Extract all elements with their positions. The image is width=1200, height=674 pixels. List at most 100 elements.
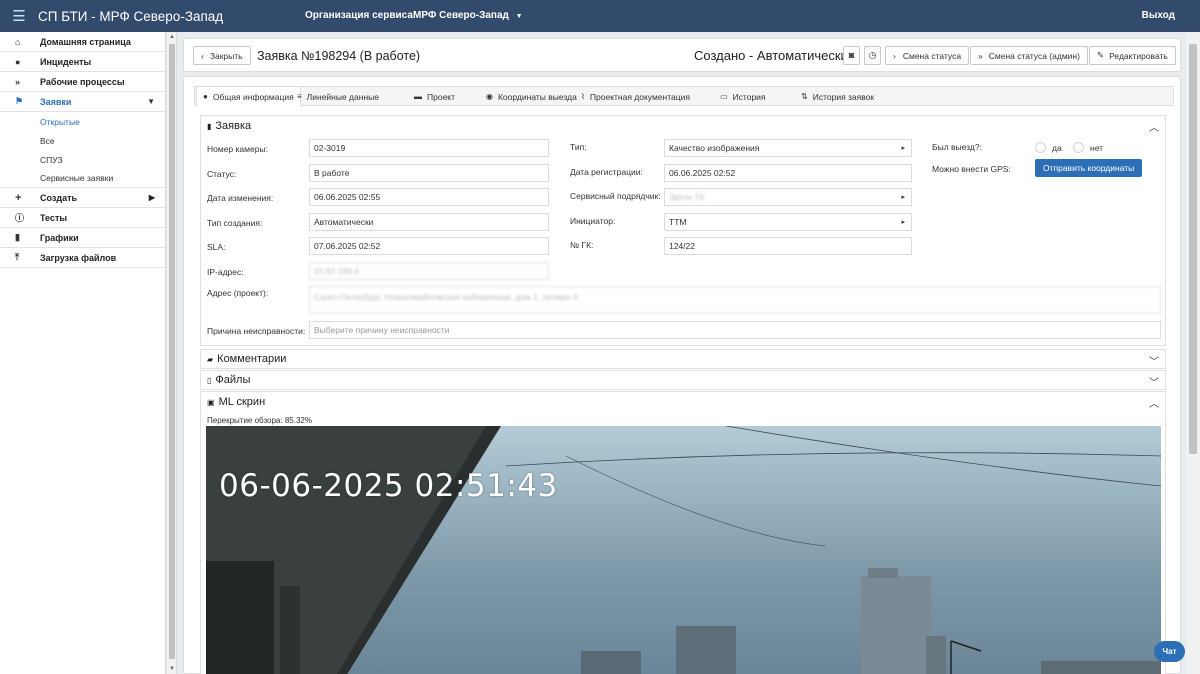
visit-yes-label: да [1052, 143, 1062, 153]
changed-label: Дата изменения: [207, 193, 274, 203]
close-button[interactable]: ‹ Закрыть [193, 46, 251, 65]
camera-field[interactable]: 02-3019 [309, 139, 549, 157]
bell-icon: ● [15, 56, 21, 67]
type-select[interactable]: Качество изображения ▸ [664, 139, 912, 157]
sidebar-item-label: Домашняя страница [40, 36, 131, 47]
status-change-button[interactable]: › Смена статуса [885, 46, 970, 65]
panel-title: Заявка [215, 120, 252, 132]
tab-general[interactable]: ● Общая информация [196, 86, 301, 107]
clock-icon[interactable]: ◷ [864, 46, 881, 65]
sla-field[interactable]: 07.06.2025 02:52 [309, 237, 549, 255]
address-field[interactable]: Санкт-Петербург, Новоизмайловская набере… [309, 286, 1161, 314]
tab-label: Проект [427, 91, 455, 102]
edit-button[interactable]: ✎ Редактировать [1089, 46, 1176, 65]
edit-label: Редактировать [1109, 50, 1168, 61]
reg-date-field[interactable]: 06.06.2025 02:52 [664, 164, 912, 182]
tab-history[interactable]: ▭ История [720, 87, 766, 106]
camera-snapshot: 06-06-2025 02:51:43 [206, 426, 1161, 674]
comments-panel-header[interactable]: ▰ Комментарии [207, 353, 286, 365]
panel-title: Комментарии [217, 353, 287, 365]
ip-field[interactable]: 10.62.188.4 [309, 262, 549, 280]
paperclip-icon: ⌇ [581, 92, 585, 101]
hamburger-icon[interactable]: ☰ [0, 7, 38, 25]
page-title: Заявка №198294 (В работе) [257, 49, 421, 63]
tab-project[interactable]: ▬ Проект [414, 87, 455, 106]
bookmark-icon: ▮ [207, 121, 212, 131]
files-panel-header[interactable]: ▯ Файлы [207, 374, 250, 386]
sidebar-scrollbar[interactable]: ▲ ▼ [167, 32, 177, 674]
top-bar: ☰ СП БТИ - МРФ Северо-Запад Организация … [0, 0, 1200, 32]
file-icon: ▯ [207, 375, 212, 385]
sidebar-subitem-spuz[interactable]: СПУЗ [0, 150, 165, 169]
send-coordinates-button[interactable]: Отправить координаты [1035, 159, 1143, 177]
scrollbar-thumb[interactable] [1189, 44, 1197, 454]
ml-panel-header[interactable]: ▣ ML скрин [207, 396, 265, 408]
sidebar-item-requests[interactable]: ⚑ Заявки ▼ [0, 92, 165, 112]
sidebar-item-tests[interactable]: ⓘ Тесты [0, 208, 165, 228]
tab-label: Общая информация [212, 91, 294, 102]
sidebar-subitem-service[interactable]: Сервисные заявки [0, 169, 165, 188]
sort-icon: ⇅ [801, 92, 808, 101]
tab-request-history[interactable]: ⇅ История заявок [801, 87, 874, 106]
sidebar-item-workflows[interactable]: » Рабочие процессы [0, 72, 165, 92]
sidebar-item-charts[interactable]: ▮ Графики [0, 228, 165, 248]
home-icon: ⌂ [15, 36, 21, 47]
chevron-down-icon[interactable]: ﹀ [1149, 374, 1159, 389]
visit-yes-radio[interactable] [1035, 142, 1046, 153]
chevron-up-icon[interactable]: ︿ [1149, 395, 1159, 410]
double-chevron-icon: » [15, 76, 21, 87]
reason-field[interactable]: Выберите причину неисправности [309, 321, 1161, 339]
status-change-admin-label: Смена статуса (админ) [988, 50, 1080, 61]
ml-panel: ▣ ML скрин ︿ Перекрытие обзора: 85.32% 0… [200, 391, 1166, 674]
scroll-down-icon[interactable]: ▼ [169, 666, 175, 672]
camera-label: Номер камеры: [207, 144, 268, 154]
exit-button[interactable]: Выход [1142, 10, 1175, 21]
address-label: Адрес (проект): [207, 288, 269, 298]
tab-label: Линейные данные [306, 91, 379, 102]
scrollbar-thumb[interactable] [169, 44, 175, 659]
tab-linear[interactable]: ≡ Линейные данные [297, 87, 379, 106]
initiator-select[interactable]: ТТМ ▸ [664, 213, 912, 231]
image-icon: ▣ [207, 397, 215, 407]
plus-icon: + [15, 191, 22, 204]
request-panel-header[interactable]: ▮ Заявка [207, 120, 251, 132]
type-value: Качество изображения [669, 143, 760, 153]
creation-type-field[interactable]: Автоматически [309, 213, 549, 231]
chat-button[interactable]: Чат [1154, 641, 1185, 662]
panel-title: Файлы [215, 374, 251, 386]
gps-label: Можно внести GPS: [932, 164, 1011, 174]
visit-no-radio[interactable] [1073, 142, 1084, 153]
contractor-select[interactable]: Эргон ТК ▸ [664, 188, 912, 206]
page-scrollbar[interactable] [1186, 32, 1200, 674]
sidebar-subitem-open[interactable]: Открытые [0, 112, 165, 131]
sidebar: ⌂ Домашняя страница ● Инциденты » Рабочи… [0, 32, 166, 674]
camera-icon[interactable]: ◙ [843, 46, 860, 65]
chevron-down-icon[interactable]: ﹀ [1149, 353, 1159, 368]
changed-field[interactable]: 06.06.2025 02:55 [309, 188, 549, 206]
car-icon: ▬ [414, 92, 422, 101]
tab-label: История заявок [812, 91, 875, 102]
visit-label: Был выезд?: [932, 142, 982, 152]
org-label: Организация сервиса [305, 10, 413, 21]
chevron-up-icon[interactable]: ︿ [1149, 119, 1159, 134]
sidebar-item-home[interactable]: ⌂ Домашняя страница [0, 32, 165, 52]
tab-project-docs[interactable]: ⌇ Проектная документация [581, 87, 690, 106]
tab-label: Проектная документация [589, 91, 690, 102]
panel-title: ML скрин [218, 396, 266, 408]
tab-bar: ● Общая информация ≡ Линейные данные ▬ П… [194, 86, 1174, 107]
caret-right-icon: ▶ [148, 193, 155, 202]
reg-date-label: Дата регистрации: [570, 167, 643, 177]
tab-coordinates[interactable]: ◉ Координаты выезда [486, 87, 577, 106]
org-select[interactable]: МРФ Северо-Запад ▼ [413, 10, 523, 21]
scroll-up-icon[interactable]: ▲ [169, 34, 175, 40]
location-icon: ◉ [486, 92, 493, 101]
sidebar-item-create[interactable]: + Создать ▶ [0, 188, 165, 208]
status-change-admin-button[interactable]: » Смена статуса (админ) [970, 46, 1088, 65]
gk-field[interactable]: 124/22 [664, 237, 912, 255]
sidebar-item-incidents[interactable]: ● Инциденты [0, 52, 165, 72]
sidebar-subitem-all[interactable]: Все [0, 131, 165, 150]
double-chevron-right-icon: » [978, 50, 983, 61]
status-field[interactable]: В работе [309, 164, 549, 182]
app-title[interactable]: СП БТИ - МРФ Северо-Запад [38, 9, 223, 24]
sidebar-item-upload[interactable]: ⤒ Загрузка файлов [0, 248, 165, 268]
